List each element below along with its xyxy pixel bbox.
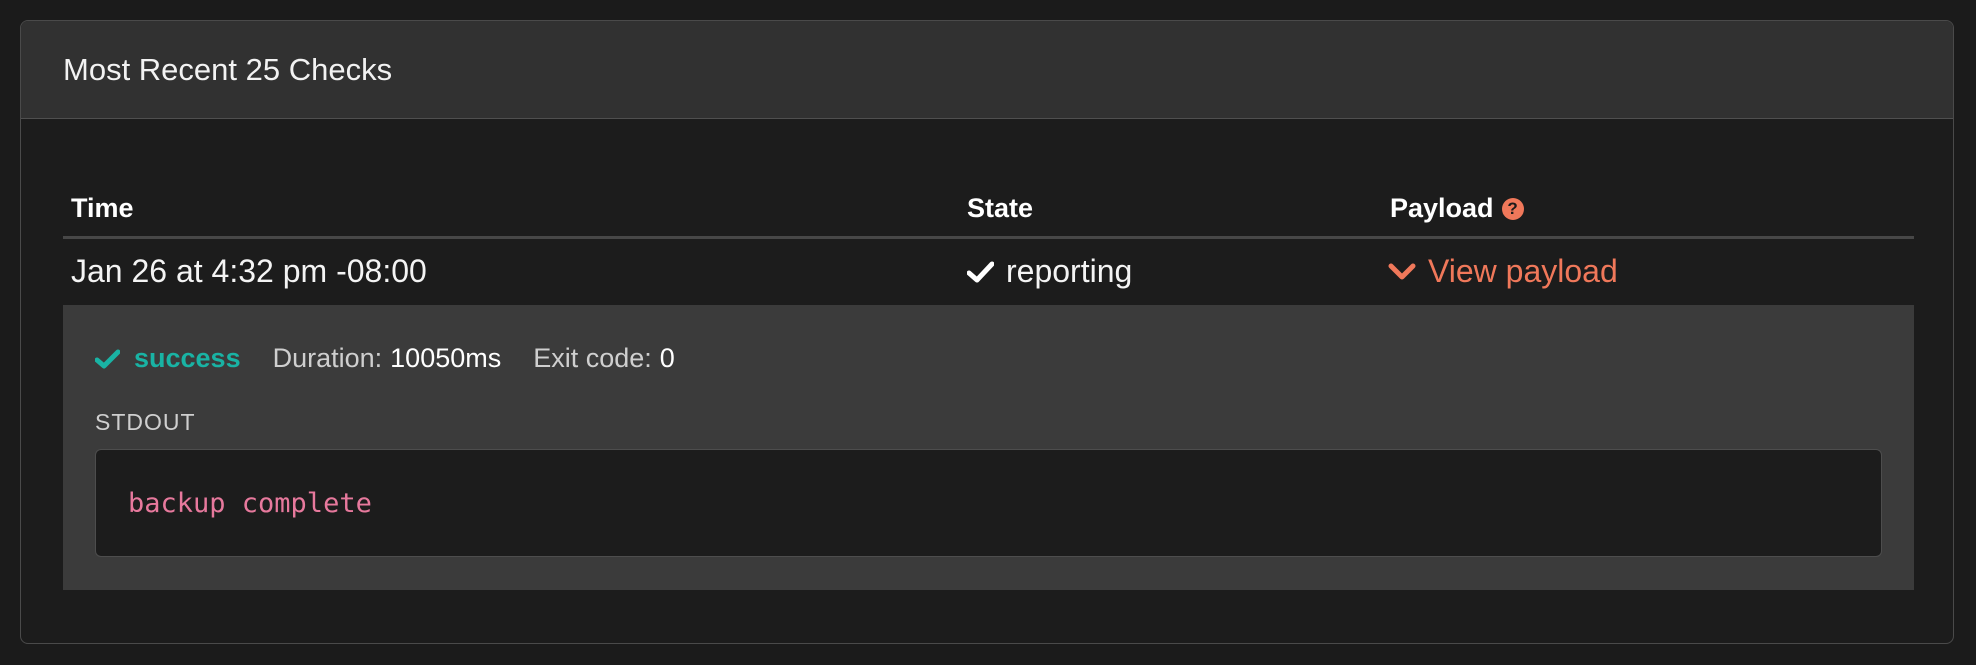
checks-panel: Most Recent 25 Checks Time State Payload…	[20, 20, 1954, 644]
column-header-payload-label: Payload	[1390, 193, 1494, 223]
panel-title: Most Recent 25 Checks	[63, 51, 393, 87]
help-icon[interactable]: ?	[1501, 197, 1524, 220]
panel-header: Most Recent 25 Checks	[21, 21, 1953, 119]
duration-value: 10050ms	[390, 343, 502, 373]
check-icon	[967, 261, 994, 283]
row-payload: View payload	[1388, 253, 1618, 290]
table-header: Time State Payload ?	[63, 161, 1914, 239]
row-state: reporting	[967, 253, 1132, 290]
row-time: Jan 26 at 4:32 pm -08:00	[71, 253, 427, 289]
stdout-label: STDOUT	[95, 409, 196, 435]
column-header-payload: Payload ?	[1390, 193, 1524, 224]
status-label: success	[134, 343, 241, 373]
payload-details: success Duration: 10050ms Exit code: 0 S…	[63, 305, 1914, 590]
view-payload-link[interactable]: View payload	[1388, 253, 1618, 290]
duration-label: Duration:	[272, 343, 383, 373]
stdout-output: backup complete	[95, 449, 1882, 557]
chevron-down-icon	[1388, 262, 1416, 282]
column-header-state: State	[967, 193, 1034, 223]
exit-code-value: 0	[659, 343, 675, 373]
payload-summary: success Duration: 10050ms Exit code: 0	[95, 343, 675, 374]
state-label: reporting	[1006, 253, 1133, 289]
checks-table: Time State Payload ? Jan 26 at 4:32 pm -…	[63, 161, 1914, 590]
exit-code-label: Exit code:	[533, 343, 652, 373]
stdout-text: backup complete	[128, 487, 372, 519]
success-check-icon	[95, 349, 120, 369]
column-header-time: Time	[71, 193, 134, 223]
table-row[interactable]: Jan 26 at 4:32 pm -08:00 reporting View …	[63, 239, 1914, 305]
view-payload-label: View payload	[1428, 253, 1618, 289]
